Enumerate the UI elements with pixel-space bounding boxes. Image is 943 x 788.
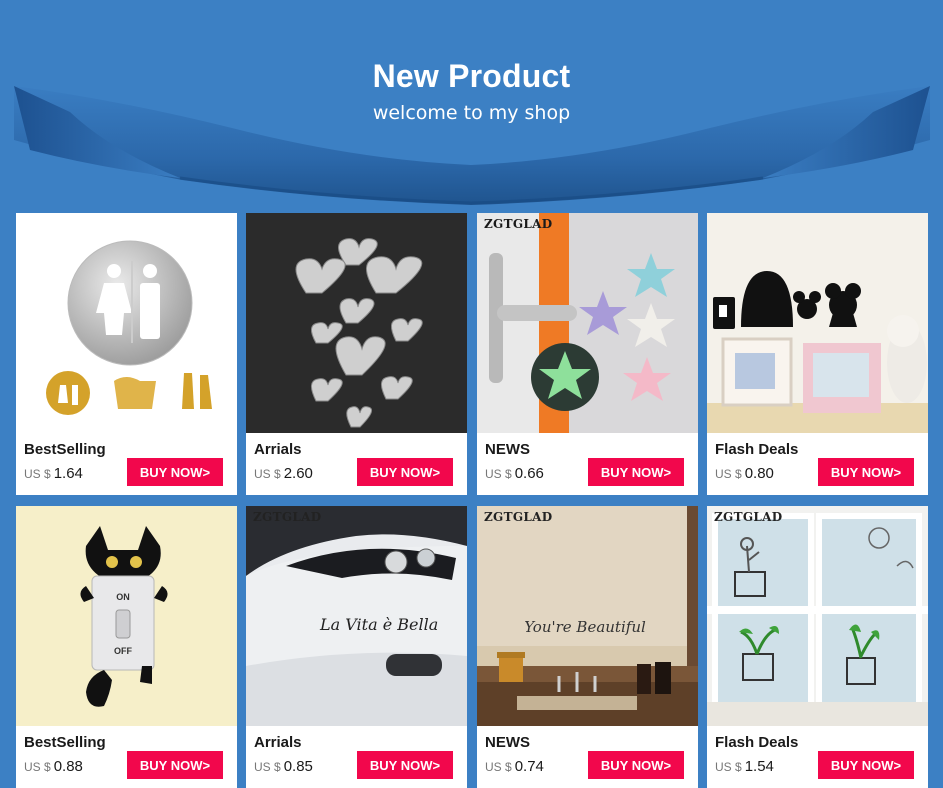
product-price: US $0.88 <box>24 758 83 775</box>
price-value: 1.54 <box>744 758 774 775</box>
product-image[interactable]: ZGTGLAD <box>477 213 698 433</box>
car-decal-text: La Vita è Bella <box>319 615 438 634</box>
currency-label: US $ <box>254 760 281 774</box>
product-card[interactable]: BestSelling US $1.64 BUY NOW> <box>16 213 237 495</box>
product-card[interactable]: Flash Deals US $0.80 BUY NOW> <box>707 213 928 495</box>
product-category: Arrials <box>254 734 302 751</box>
currency-label: US $ <box>485 467 512 481</box>
page-subtitle: welcome to my shop <box>372 102 571 124</box>
price-value: 0.66 <box>514 465 544 482</box>
price-value: 0.88 <box>53 758 83 775</box>
brand-watermark: ZGTGLAD <box>484 217 553 231</box>
product-category: Arrials <box>254 441 302 458</box>
switch-on-label: ON <box>116 592 130 602</box>
buy-now-button[interactable]: BUY NOW> <box>588 458 684 486</box>
product-category: BestSelling <box>24 734 106 751</box>
buy-now-button[interactable]: BUY NOW> <box>588 751 684 779</box>
price-value: 1.64 <box>53 465 83 482</box>
currency-label: US $ <box>24 467 51 481</box>
buy-now-button[interactable]: BUY NOW> <box>357 751 453 779</box>
buy-now-button[interactable]: BUY NOW> <box>127 458 223 486</box>
product-category: Flash Deals <box>715 441 799 458</box>
price-value: 2.60 <box>283 465 313 482</box>
currency-label: US $ <box>715 467 742 481</box>
mirror-decal-text: You're Beautiful <box>524 618 646 636</box>
product-card[interactable]: You're Beautiful ZGTGLAD NEWS US $0.74 B… <box>477 506 698 788</box>
product-card[interactable]: La Vita è Bella ZGTGLAD Arrials US $0.85… <box>246 506 467 788</box>
product-image[interactable]: You're Beautiful ZGTGLAD <box>477 506 698 726</box>
product-category: NEWS <box>485 441 530 458</box>
product-category: BestSelling <box>24 441 106 458</box>
product-image[interactable]: La Vita è Bella ZGTGLAD <box>246 506 467 726</box>
product-image[interactable] <box>246 213 467 433</box>
product-price: US $1.54 <box>715 758 774 775</box>
buy-now-button[interactable]: BUY NOW> <box>357 458 453 486</box>
product-category: NEWS <box>485 734 530 751</box>
brand-watermark: ZGTGLAD <box>484 510 553 524</box>
product-price: US $2.60 <box>254 465 313 482</box>
buy-now-button[interactable]: BUY NOW> <box>818 751 914 779</box>
brand-watermark: ZGTGLAD <box>253 510 322 524</box>
price-value: 0.85 <box>283 758 313 775</box>
product-image[interactable] <box>707 213 928 433</box>
currency-label: US $ <box>715 760 742 774</box>
product-image[interactable] <box>16 213 237 433</box>
product-price: US $0.74 <box>485 758 544 775</box>
product-image[interactable]: ON OFF <box>16 506 237 726</box>
page-title: New Product <box>372 58 571 94</box>
price-value: 0.80 <box>744 465 774 482</box>
price-value: 0.74 <box>514 758 544 775</box>
product-card[interactable]: ON OFF BestSelling US $0.88 BUY NOW> <box>16 506 237 788</box>
currency-label: US $ <box>254 467 281 481</box>
product-card[interactable]: Arrials US $2.60 BUY NOW> <box>246 213 467 495</box>
product-price: US $1.64 <box>24 465 83 482</box>
product-card[interactable]: ZGTGLAD Flash Deals US $1.54 BUY NOW> <box>707 506 928 788</box>
product-price: US $0.66 <box>485 465 544 482</box>
product-price: US $0.80 <box>715 465 774 482</box>
product-price: US $0.85 <box>254 758 313 775</box>
brand-watermark: ZGTGLAD <box>714 510 783 524</box>
switch-off-label: OFF <box>114 646 132 656</box>
currency-label: US $ <box>24 760 51 774</box>
buy-now-button[interactable]: BUY NOW> <box>127 751 223 779</box>
product-category: Flash Deals <box>715 734 799 751</box>
header-banner: New Product welcome to my shop <box>0 0 943 212</box>
buy-now-button[interactable]: BUY NOW> <box>818 458 914 486</box>
product-card[interactable]: ZGTGLAD NEWS US $0.66 BUY NOW> <box>477 213 698 495</box>
currency-label: US $ <box>485 760 512 774</box>
product-image[interactable]: ZGTGLAD <box>707 506 928 726</box>
